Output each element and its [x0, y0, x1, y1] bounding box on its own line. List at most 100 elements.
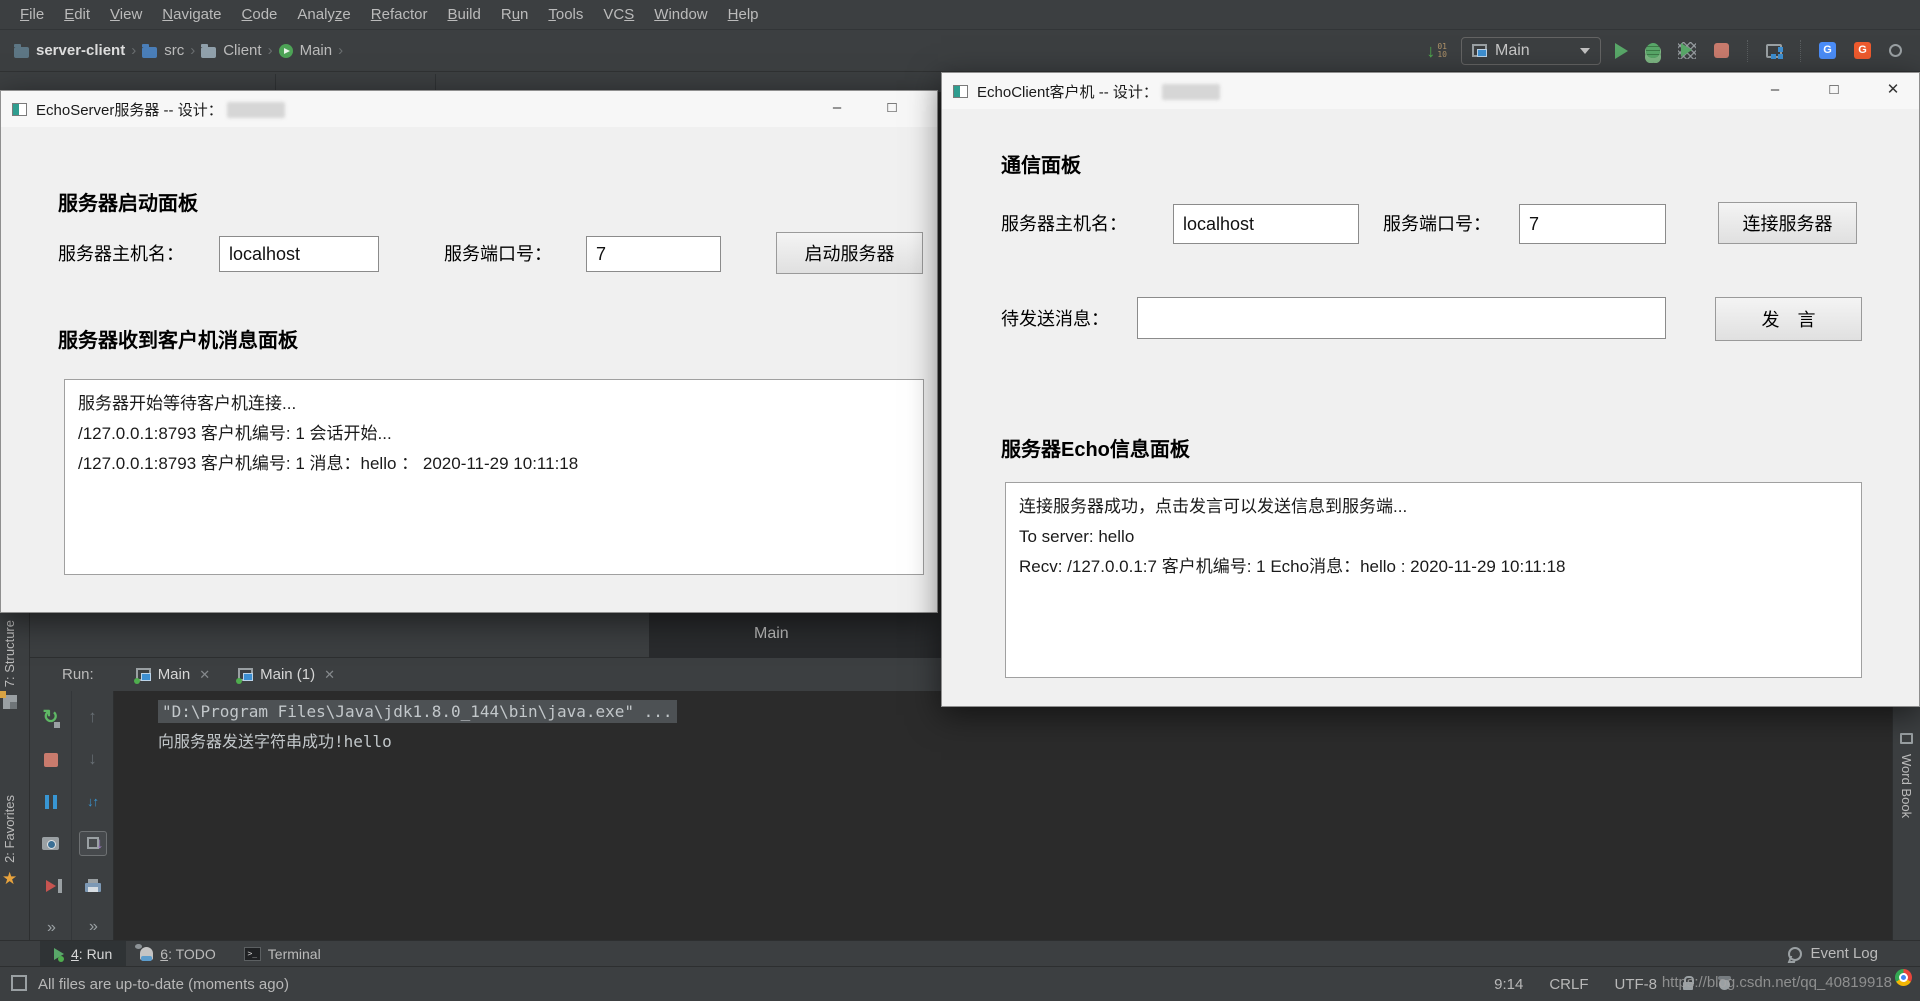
toolbar-actions: GG [1615, 40, 1902, 62]
editor-tab-label: Main [754, 625, 789, 643]
sidebar-item-favorites[interactable]: 2: Favorites ★ [2, 795, 17, 887]
translate-blue-icon[interactable]: G [1819, 42, 1836, 59]
down-icon: ↓ [88, 749, 97, 769]
send-button[interactable]: 发 言 [1715, 297, 1862, 341]
exit-button[interactable] [37, 873, 65, 898]
toolwindow-bar: 4: Run 6: TODO >_Terminal Event Log [0, 940, 1920, 966]
coverage-icon[interactable] [1678, 42, 1696, 59]
breadcrumb-item-main[interactable]: Main [279, 42, 333, 59]
toolwindow-button-4-run[interactable]: 4: Run [40, 941, 126, 966]
run-configuration-dropdown[interactable]: Main [1461, 37, 1601, 65]
chevron-right-icon: › [268, 42, 273, 59]
profiler-icon[interactable] [1766, 44, 1782, 58]
search-icon[interactable] [1889, 44, 1902, 57]
csdn-watermark: https://blog.csdn.net/qq_40819918 [1662, 974, 1892, 991]
project-folder-icon [14, 47, 29, 58]
server-port-input[interactable] [586, 236, 721, 272]
line-separator-widget[interactable]: CRLF [1549, 976, 1588, 993]
send-message-label: 待发送消息： [1001, 299, 1109, 339]
menu-item-tools[interactable]: Tools [538, 6, 593, 23]
more-button[interactable]: » [79, 915, 107, 940]
more-button[interactable]: » [37, 915, 65, 940]
client-host-input[interactable] [1173, 204, 1359, 244]
status-message: All files are up-to-date (moments ago) [38, 976, 289, 993]
update-available-button[interactable]: ↓ 01 10 [1426, 43, 1447, 59]
translate-orange-icon[interactable]: G [1854, 42, 1871, 59]
echo-message-area[interactable]: 连接服务器成功，点击发言可以发送信息到服务端...To server: hell… [1005, 482, 1862, 678]
close-tab-icon[interactable]: ✕ [199, 667, 210, 683]
toolwindow-button-6-todo[interactable]: 6: TODO [126, 941, 230, 966]
event-log-button[interactable]: Event Log [1788, 941, 1878, 966]
client-panel2-title: 服务器Echo信息面板 [1001, 433, 1190, 462]
menu-item-analyze[interactable]: Analyze [287, 6, 360, 23]
stack-button[interactable]: ↓↑ [79, 789, 107, 814]
run-tab-main-1-[interactable]: Main (1) ✕ [224, 658, 349, 691]
menu-item-window[interactable]: Window [644, 6, 717, 23]
server-message-area[interactable]: 服务器开始等待客户机连接.../127.0.0.1:8793 客户机编号: 1 … [64, 379, 924, 575]
close-button[interactable]: ✕ [1870, 73, 1916, 109]
caret-position-widget[interactable]: 9:14 [1494, 976, 1523, 993]
down-button[interactable]: ↓ [79, 747, 107, 772]
todo-icon [140, 947, 153, 960]
maximize-button[interactable]: □ [1811, 73, 1857, 109]
run-tab-label: Main (1) [260, 666, 315, 683]
server-panel1-title: 服务器启动面板 [58, 187, 198, 216]
client-port-input[interactable] [1519, 204, 1666, 244]
sidebar-item-structure[interactable]: 7: Structure [2, 620, 17, 709]
menu-item-refactor[interactable]: Refactor [361, 6, 438, 23]
pause-button[interactable] [37, 789, 65, 814]
breadcrumb-label: server-client [36, 42, 125, 59]
debug-icon[interactable] [1646, 43, 1660, 58]
camera-button[interactable] [37, 831, 65, 856]
favorites-label: 2: Favorites [2, 795, 17, 863]
echoclient-window[interactable]: EchoClient客户机 -- 设计： – □ ✕ 通信面板 服务器主机名： … [941, 72, 1920, 707]
connect-server-button[interactable]: 连接服务器 [1718, 202, 1857, 244]
breadcrumb-item-server-client[interactable]: server-client [14, 42, 125, 59]
breadcrumb-item-src[interactable]: src [142, 42, 184, 59]
toolwindow-button-label: Terminal [268, 946, 321, 962]
event-log-label: Event Log [1810, 945, 1878, 962]
menu-item-help[interactable]: Help [718, 6, 769, 23]
maximize-button[interactable]: □ [869, 91, 915, 127]
echoserver-titlebar[interactable]: EchoServer服务器 -- 设计： [1, 91, 937, 127]
menu-item-run[interactable]: Run [491, 6, 539, 23]
minimize-button[interactable]: – [1752, 73, 1798, 109]
minimize-button[interactable]: – [814, 91, 860, 127]
main-toolbar: ↓ 01 10 Main GG [1426, 30, 1920, 71]
toolwindow-button-terminal[interactable]: >_Terminal [230, 941, 335, 966]
close-tab-icon[interactable]: ✕ [324, 667, 335, 683]
server-host-input[interactable] [219, 236, 379, 272]
menu-item-code[interactable]: Code [232, 6, 288, 23]
run-tab-main[interactable]: Main✕ [122, 658, 224, 691]
menu-item-navigate[interactable]: Navigate [152, 6, 231, 23]
echoserver-window[interactable]: EchoServer服务器 -- 设计： – □ 服务器启动面板 服务器主机名：… [0, 90, 938, 613]
send-message-input[interactable] [1137, 297, 1666, 339]
rerun-button[interactable]: ↻ [37, 705, 65, 730]
toolwindow-button-label: 6: TODO [160, 946, 216, 962]
server-panel2-title: 服务器收到客户机消息面板 [58, 324, 298, 353]
class-icon [279, 44, 293, 58]
printer-button[interactable] [79, 873, 107, 898]
menu-item-file[interactable]: File [10, 6, 54, 23]
app-window-icon [1472, 44, 1487, 57]
menu-item-vcs[interactable]: VCS [593, 6, 644, 23]
menu-item-edit[interactable]: Edit [54, 6, 100, 23]
java-window-icon [12, 103, 27, 116]
run-tabs: Main✕ Main (1) ✕ [122, 658, 349, 691]
scroll-end-button[interactable] [79, 831, 107, 856]
breadcrumb-label: Main [300, 42, 333, 59]
start-server-button[interactable]: 启动服务器 [776, 232, 923, 274]
menu-item-build[interactable]: Build [437, 6, 490, 23]
breadcrumb-item-client[interactable]: Client [201, 42, 261, 59]
encoding-widget[interactable]: UTF-8 [1615, 976, 1658, 993]
up-button[interactable]: ↑ [79, 705, 107, 730]
run-icon[interactable] [1615, 43, 1628, 59]
camera-icon [42, 837, 59, 850]
stop-sq-button[interactable] [37, 747, 65, 772]
run-console[interactable]: "D:\Program Files\Java\jdk1.8.0_144\bin\… [115, 691, 1892, 940]
echo-message-line: Recv: /127.0.0.1:7 客户机编号: 1 Echo消息：hello… [1019, 552, 1848, 582]
stop-icon[interactable] [1714, 43, 1729, 58]
menu-item-view[interactable]: View [100, 6, 152, 23]
word-book-label[interactable]: Word Book [1899, 754, 1914, 818]
editor-tab-main[interactable]: Main [649, 613, 941, 658]
